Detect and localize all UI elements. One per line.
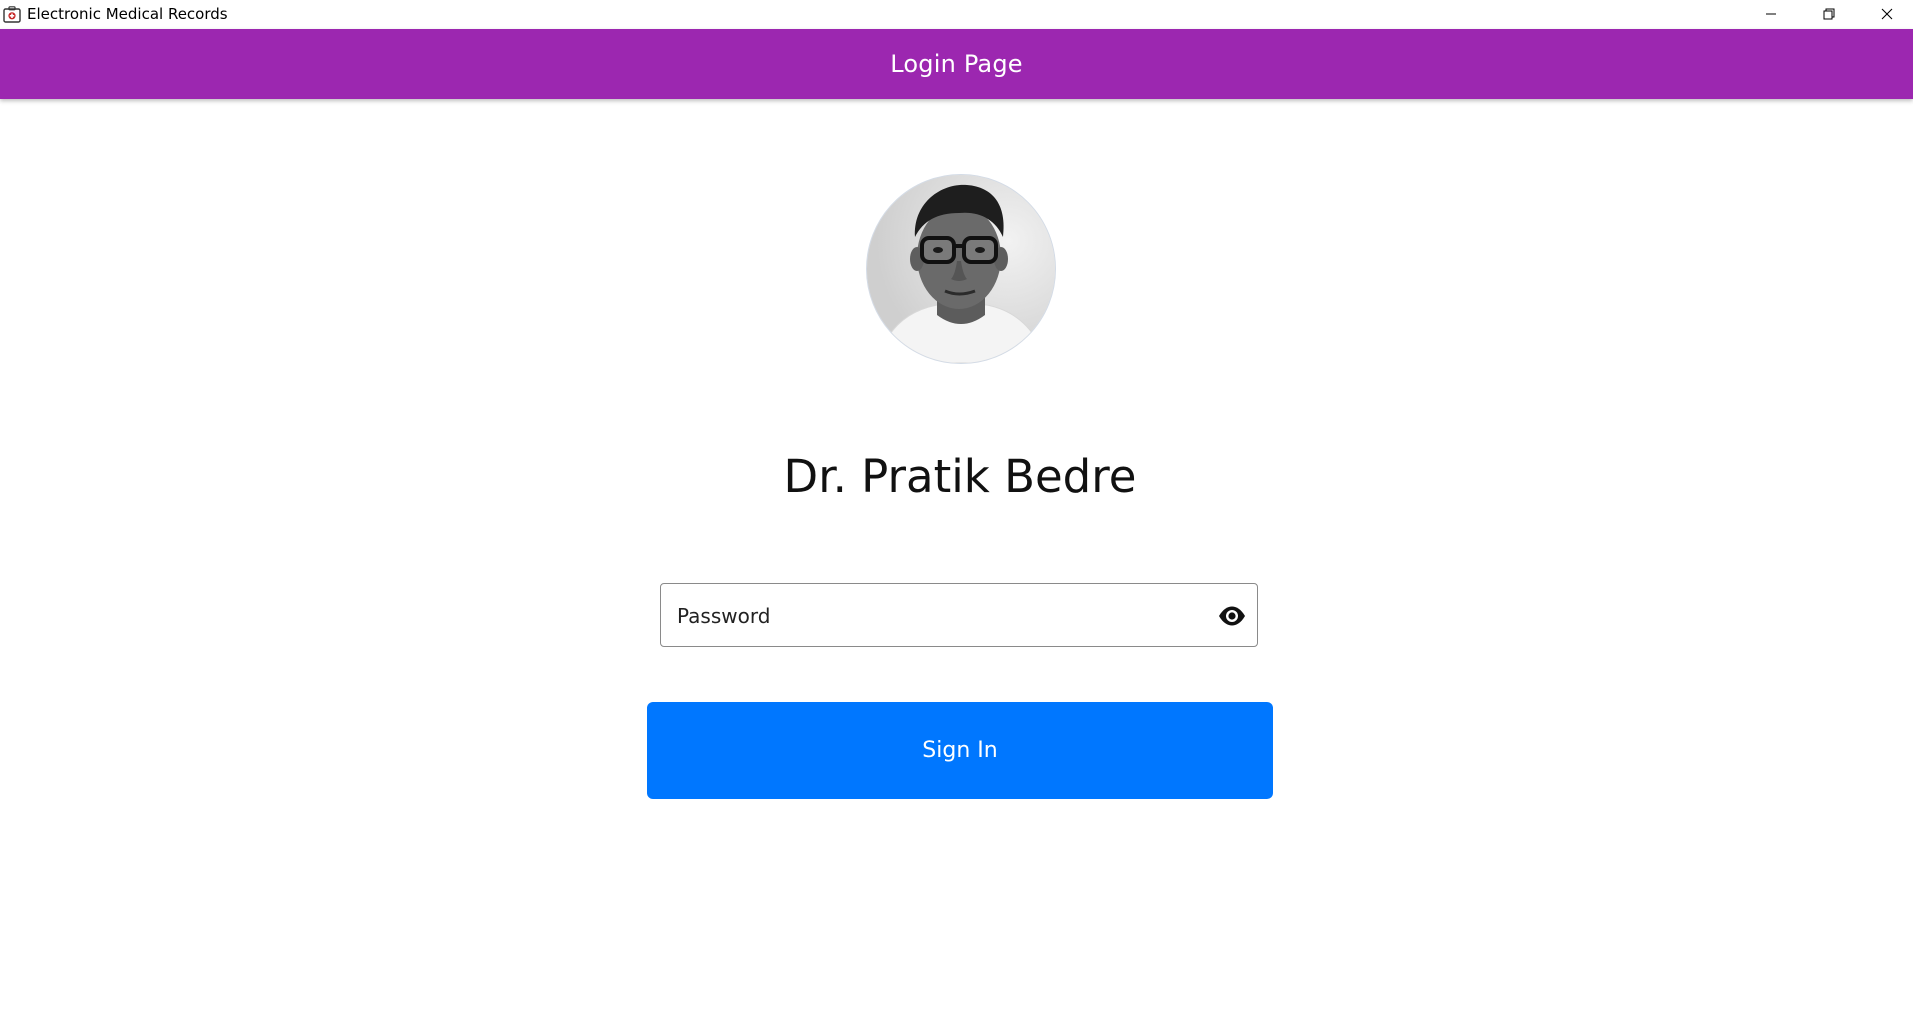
minimize-icon: [1765, 5, 1777, 24]
close-icon: [1881, 5, 1893, 24]
window-title: Electronic Medical Records: [27, 5, 228, 23]
medical-bag-icon: [3, 6, 21, 23]
window-titlebar[interactable]: Electronic Medical Records: [0, 0, 1913, 29]
app-bar: Login Page: [0, 29, 1913, 99]
sign-in-button[interactable]: Sign In: [647, 702, 1273, 799]
doctor-name: Dr. Pratik Bedre: [783, 450, 1137, 503]
restore-button[interactable]: [1800, 0, 1858, 29]
password-input[interactable]: [675, 584, 1199, 648]
page-title: Login Page: [890, 50, 1023, 78]
close-button[interactable]: [1858, 0, 1913, 29]
doctor-avatar: [866, 174, 1056, 364]
minimize-button[interactable]: [1742, 0, 1800, 29]
eye-icon[interactable]: [1217, 601, 1247, 631]
avatar-photo: [867, 175, 1055, 363]
password-field[interactable]: [660, 583, 1258, 648]
app-window: Electronic Medical Records Login Page Dr…: [0, 0, 1913, 1022]
restore-icon: [1823, 5, 1835, 24]
